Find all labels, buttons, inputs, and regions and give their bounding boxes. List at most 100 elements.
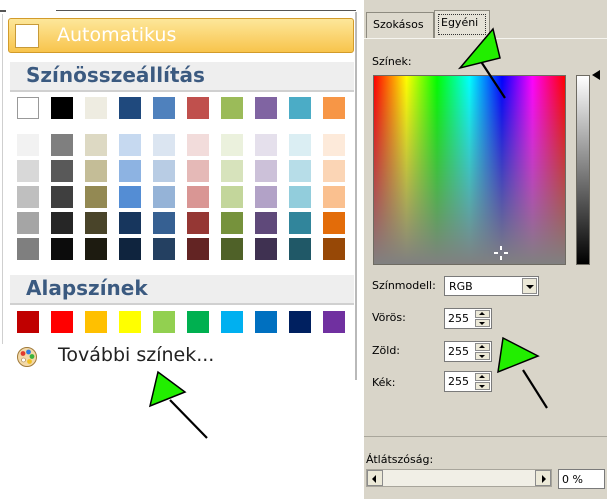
spinner-up-icon[interactable]: [475, 373, 490, 381]
theme-shade-swatch[interactable]: [119, 238, 141, 260]
theme-shade-swatch[interactable]: [85, 186, 107, 208]
theme-shade-swatch[interactable]: [289, 160, 311, 182]
red-spinner[interactable]: 255: [444, 308, 492, 329]
theme-shade-swatch[interactable]: [255, 238, 277, 260]
theme-shade-swatch[interactable]: [323, 134, 345, 156]
theme-shade-swatch[interactable]: [289, 212, 311, 234]
standard-color-swatch[interactable]: [85, 311, 107, 333]
theme-shade-swatch[interactable]: [187, 212, 209, 234]
theme-shade-swatch[interactable]: [187, 186, 209, 208]
theme-color-swatch[interactable]: [255, 97, 277, 119]
standard-color-swatch[interactable]: [119, 311, 141, 333]
theme-shade-swatch[interactable]: [255, 134, 277, 156]
theme-shade-swatch[interactable]: [221, 238, 243, 260]
theme-shade-swatch[interactable]: [255, 212, 277, 234]
color-model-select[interactable]: RGB: [444, 276, 539, 296]
tab-custom[interactable]: Egyéni: [434, 10, 490, 38]
green-spinner[interactable]: 255: [444, 341, 492, 362]
more-colors-button[interactable]: További színek...: [14, 344, 354, 370]
luminance-slider[interactable]: [576, 75, 590, 265]
theme-shade-swatch[interactable]: [119, 212, 141, 234]
theme-shade-swatch[interactable]: [51, 212, 73, 234]
theme-shade-swatch[interactable]: [119, 134, 141, 156]
theme-color-swatch[interactable]: [187, 97, 209, 119]
blue-label: Kék:: [372, 376, 396, 389]
standard-color-swatch[interactable]: [51, 311, 73, 333]
standard-color-swatch[interactable]: [153, 311, 175, 333]
automatic-color-button[interactable]: Automatikus: [8, 18, 354, 53]
standard-color-swatch[interactable]: [221, 311, 243, 333]
theme-shade-swatch[interactable]: [255, 160, 277, 182]
scroll-right-icon[interactable]: [535, 470, 551, 486]
theme-shade-swatch[interactable]: [85, 134, 107, 156]
scroll-left-icon[interactable]: [367, 470, 383, 486]
theme-shade-swatch[interactable]: [323, 238, 345, 260]
theme-shade-swatch[interactable]: [17, 186, 39, 208]
tab-custom-label: Egyéni: [441, 16, 479, 29]
theme-shade-swatch[interactable]: [85, 212, 107, 234]
chevron-down-icon[interactable]: [522, 278, 537, 294]
theme-shade-swatch[interactable]: [51, 238, 73, 260]
theme-color-swatch[interactable]: [85, 97, 107, 119]
color-spectrum-picker[interactable]: [373, 75, 566, 265]
theme-color-swatch[interactable]: [153, 97, 175, 119]
spinner-down-icon[interactable]: [475, 382, 490, 390]
theme-shade-swatch[interactable]: [221, 186, 243, 208]
tab-standard[interactable]: Szokásos: [366, 12, 434, 38]
theme-color-swatch[interactable]: [323, 97, 345, 119]
theme-shade-swatch[interactable]: [221, 212, 243, 234]
transparency-spinner[interactable]: 0 %: [558, 469, 605, 489]
more-colors-label: További színek...: [58, 344, 215, 366]
theme-shade-swatch[interactable]: [289, 238, 311, 260]
spinner-down-icon[interactable]: [475, 319, 490, 327]
theme-color-swatch[interactable]: [221, 97, 243, 119]
blue-spinner[interactable]: 255: [444, 371, 492, 392]
theme-shade-swatch[interactable]: [51, 134, 73, 156]
spinner-up-icon[interactable]: [475, 343, 490, 351]
theme-shade-swatch[interactable]: [17, 160, 39, 182]
theme-shade-swatch[interactable]: [17, 134, 39, 156]
theme-shade-swatch[interactable]: [255, 186, 277, 208]
standard-color-swatch[interactable]: [255, 311, 277, 333]
theme-color-swatch[interactable]: [119, 97, 141, 119]
theme-color-swatch[interactable]: [17, 97, 39, 119]
theme-shade-swatch[interactable]: [221, 134, 243, 156]
blue-value: 255: [448, 375, 469, 388]
theme-shade-swatch[interactable]: [17, 238, 39, 260]
standard-color-swatch[interactable]: [187, 311, 209, 333]
standard-color-swatch[interactable]: [323, 311, 345, 333]
theme-shade-swatch[interactable]: [153, 238, 175, 260]
theme-shade-swatch[interactable]: [323, 186, 345, 208]
theme-shade-swatch[interactable]: [51, 160, 73, 182]
theme-shade-swatch[interactable]: [153, 212, 175, 234]
theme-shade-swatch[interactable]: [85, 160, 107, 182]
theme-shade-swatch[interactable]: [17, 212, 39, 234]
theme-shade-swatch[interactable]: [51, 186, 73, 208]
theme-shade-swatch[interactable]: [153, 134, 175, 156]
theme-shade-swatch[interactable]: [153, 160, 175, 182]
theme-shade-swatch[interactable]: [85, 238, 107, 260]
theme-color-swatch[interactable]: [289, 97, 311, 119]
theme-shade-swatch[interactable]: [153, 186, 175, 208]
color-model-value: RGB: [449, 280, 473, 293]
theme-shade-swatch[interactable]: [289, 186, 311, 208]
spinner-buttons: [475, 343, 490, 360]
theme-shade-swatch[interactable]: [187, 238, 209, 260]
automatic-color-swatch: [15, 24, 39, 48]
theme-color-swatch[interactable]: [51, 97, 73, 119]
theme-shade-swatch[interactable]: [119, 186, 141, 208]
luminance-slider-arrow-icon[interactable]: [592, 70, 600, 80]
theme-shade-swatch[interactable]: [323, 160, 345, 182]
dropdown-border: [355, 12, 357, 380]
theme-shade-swatch[interactable]: [221, 160, 243, 182]
theme-shade-swatch[interactable]: [187, 160, 209, 182]
transparency-slider[interactable]: [366, 469, 552, 487]
theme-shade-swatch[interactable]: [119, 160, 141, 182]
spinner-down-icon[interactable]: [475, 352, 490, 360]
standard-color-swatch[interactable]: [289, 311, 311, 333]
theme-shade-swatch[interactable]: [289, 134, 311, 156]
theme-shade-swatch[interactable]: [323, 212, 345, 234]
theme-shade-swatch[interactable]: [187, 134, 209, 156]
spinner-up-icon[interactable]: [475, 310, 490, 318]
standard-color-swatch[interactable]: [17, 311, 39, 333]
